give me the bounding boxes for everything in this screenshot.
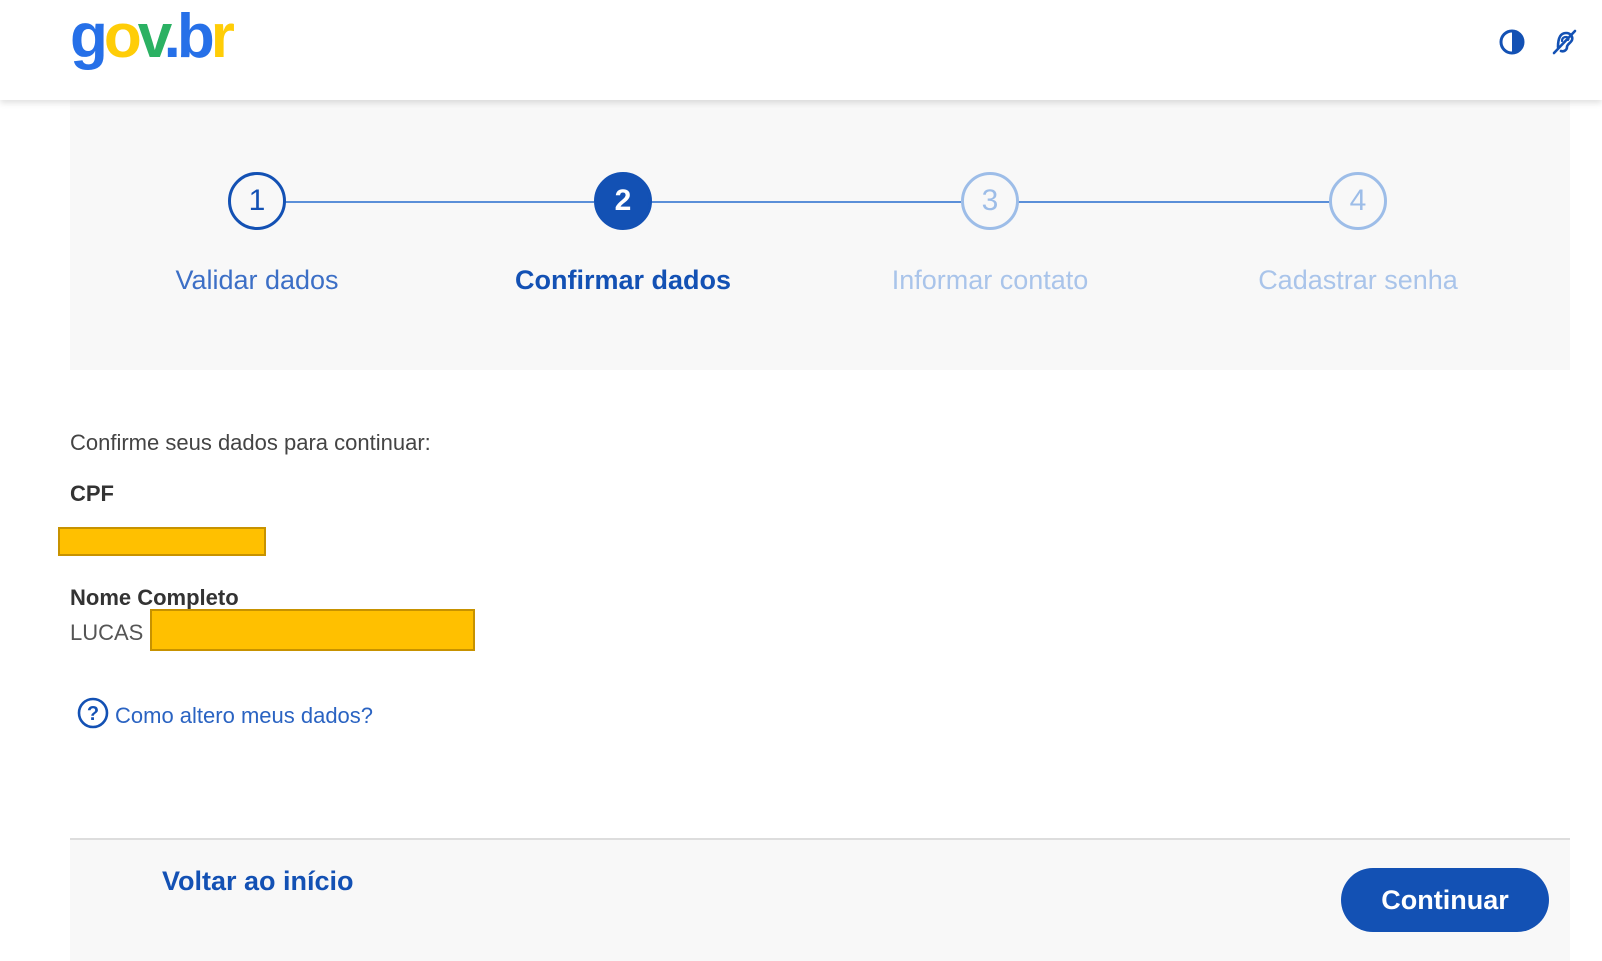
stepper-connector-2 <box>649 201 961 203</box>
govbr-logo[interactable]: gov.br <box>70 2 235 72</box>
question-circle-icon: ? <box>77 697 109 734</box>
logo-letter-o: o <box>103 2 142 71</box>
contrast-icon[interactable] <box>1496 26 1528 58</box>
svg-text:?: ? <box>87 703 99 725</box>
step-3-label: Informar contato <box>891 265 1089 295</box>
stepper-connector-1 <box>282 201 594 203</box>
step-3-circle: 3 <box>961 172 1019 230</box>
help-link-text: Como altero meus dados? <box>115 702 374 728</box>
step-1-number: 1 <box>248 184 266 217</box>
step-1-label: Validar dados <box>175 265 339 295</box>
stepper-connector-3 <box>1016 201 1329 203</box>
intro-text: Confirme seus dados para continuar: <box>70 430 431 455</box>
top-header: gov.br <box>0 0 1602 100</box>
cpf-redaction <box>58 527 266 556</box>
step-1-circle: 1 <box>228 172 286 230</box>
logo-letter-g: g <box>70 2 108 71</box>
step-3-number: 3 <box>981 184 999 217</box>
accessibility-hearing-icon[interactable] <box>1548 26 1580 58</box>
help-change-data-link[interactable]: ? Como altero meus dados? <box>77 697 373 734</box>
full-name-value: LUCAS <box>70 620 144 645</box>
logo-letter-r: r <box>210 2 235 71</box>
step-4-label: Cadastrar senha <box>1258 265 1458 295</box>
cpf-label: CPF <box>70 481 114 506</box>
logo-letter-b: b <box>176 2 215 71</box>
footer-actions: Voltar ao início Continuar <box>70 838 1570 961</box>
step-2-number: 2 <box>614 184 632 217</box>
stepper-panel: 1 2 3 4 Validar dados Confirmar dados In… <box>70 100 1570 370</box>
step-2-label: Confirmar dados <box>514 265 732 295</box>
logo-dot: . <box>163 2 181 71</box>
logo-letter-v: v <box>137 2 168 71</box>
step-2-circle: 2 <box>594 172 652 230</box>
back-to-start-link[interactable]: Voltar ao início <box>162 866 354 897</box>
step-4-circle: 4 <box>1329 172 1387 230</box>
full-name-redaction <box>150 609 475 651</box>
step-4-number: 4 <box>1349 184 1367 217</box>
full-name-label: Nome Completo <box>70 585 239 610</box>
continue-button[interactable]: Continuar <box>1341 868 1549 932</box>
